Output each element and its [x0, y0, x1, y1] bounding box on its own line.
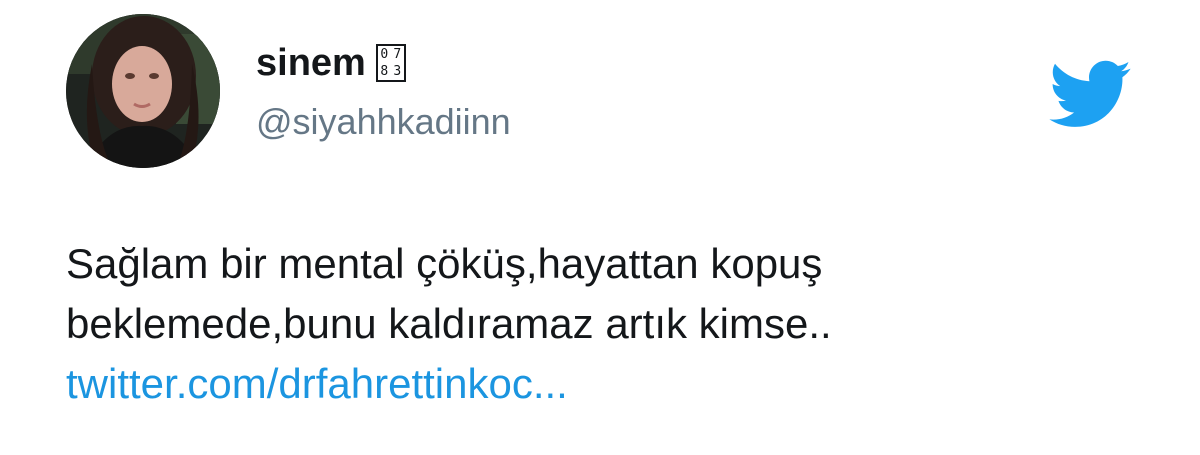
- tweet-text-line: Sağlam bir mental çöküş,hayattan kopuş: [66, 240, 823, 287]
- tweet-card: sinem 0 7 8 3 @siyahhkadiinn Sağlam bir …: [0, 0, 1200, 455]
- tweet-link[interactable]: twitter.com/drfahrettinkoc...: [66, 354, 1166, 414]
- emoji-code-digit: 7: [393, 47, 402, 62]
- emoji-code-digit: 0: [380, 47, 389, 62]
- tweet-text: Sağlam bir mental çöküş,hayattan kopuş b…: [66, 234, 1166, 414]
- display-name[interactable]: sinem: [256, 38, 366, 88]
- unsupported-emoji-glyph-icon: 0 7 8 3: [375, 44, 406, 82]
- twitter-bird-icon[interactable]: [1046, 58, 1132, 128]
- tweet-text-line: beklemede,bunu kaldıramaz artık kimse..: [66, 300, 832, 347]
- emoji-code-digit: 3: [393, 63, 402, 79]
- emoji-code-digit: 8: [380, 63, 389, 79]
- user-handle[interactable]: @siyahhkadiinn: [256, 97, 511, 147]
- avatar[interactable]: [66, 14, 220, 168]
- display-name-row: sinem 0 7 8 3: [256, 38, 406, 88]
